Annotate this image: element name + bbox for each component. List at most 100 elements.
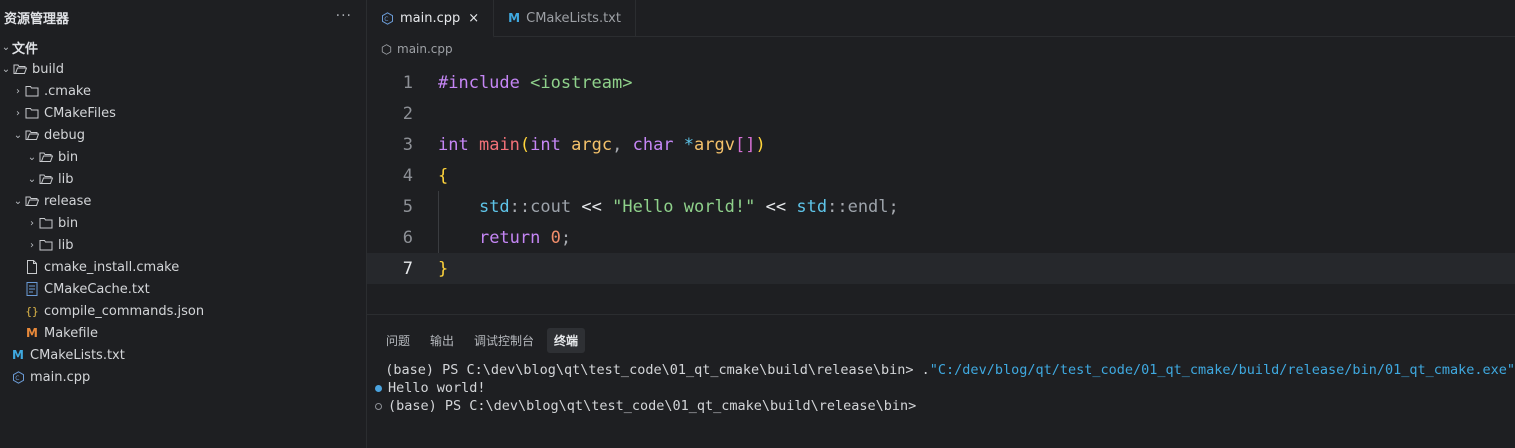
makefile-icon: M — [26, 326, 38, 340]
tree-item-cmakecache[interactable]: CMakeCache.txt — [0, 278, 366, 300]
folder-icon — [24, 106, 40, 120]
panel-tab-bar: 问题 输出 调试控制台 终端 — [367, 323, 1515, 357]
line-number: 7 — [402, 258, 413, 279]
terminal-command-path: "C:/dev/blog/qt/test_code/01_qt_cmake/bu… — [929, 362, 1515, 378]
code-line: 6 return 0; — [367, 222, 1515, 253]
line-number: 2 — [402, 103, 413, 124]
tree-item-release-lib[interactable]: › lib — [0, 234, 366, 256]
close-icon[interactable]: × — [468, 11, 479, 26]
folder-icon — [38, 216, 54, 230]
folder-open-icon — [38, 172, 54, 186]
line-number: 5 — [402, 196, 413, 217]
folder-open-icon — [12, 62, 28, 76]
code-line: 4 { — [367, 160, 1515, 191]
code-line: 3 int main(int argc, char *argv[]) — [367, 129, 1515, 160]
folder-icon — [24, 84, 40, 98]
terminal-output: Hello world! — [388, 380, 486, 396]
tree-item-compile-commands[interactable]: {} compile_commands.json — [0, 300, 366, 322]
tree-item-cmakelists[interactable]: M CMakeLists.txt — [0, 344, 366, 366]
folder-icon — [38, 238, 54, 252]
indent-guide — [438, 191, 439, 253]
tree-item-label: cmake_install.cmake — [44, 259, 180, 275]
tree-item-debug[interactable]: ⌄ debug — [0, 124, 366, 146]
tree-item-release[interactable]: ⌄ release — [0, 190, 366, 212]
tree-item-main-cpp[interactable]: C main.cpp — [0, 366, 366, 388]
tree-item-label: lib — [58, 237, 74, 253]
tab-problems[interactable]: 问题 — [379, 328, 417, 353]
tree-item-build[interactable]: ⌄ build — [0, 58, 366, 80]
chevron-down-icon: ⌄ — [27, 151, 37, 163]
chevron-down-icon: ⌄ — [1, 63, 11, 75]
code-editor[interactable]: 1 #include <iostream> 2 3 int main(int a… — [367, 67, 1515, 284]
terminal-prompt: (base) PS C:\dev\blog\qt\test_code\01_qt… — [388, 398, 917, 414]
terminal-prompt: (base) PS C:\dev\blog\qt\test_code\01_qt… — [385, 362, 930, 378]
breadcrumb-file: main.cpp — [397, 42, 453, 56]
tree-item-label: debug — [44, 127, 85, 143]
tab-terminal[interactable]: 终端 — [547, 327, 586, 353]
tree-item-cmake-install[interactable]: cmake_install.cmake — [0, 256, 366, 278]
tab-cmakelists[interactable]: M CMakeLists.txt — [494, 0, 636, 36]
explorer-header: 资源管理器 — [0, 0, 366, 34]
code-line: 1 #include <iostream> — [367, 67, 1515, 98]
explorer-title: 资源管理器 — [4, 11, 70, 27]
tree-item-cmakefiles[interactable]: › CMakeFiles — [0, 102, 366, 124]
cmake-icon: M — [12, 348, 24, 362]
tree-item-label: lib — [58, 171, 74, 187]
chevron-right-icon: › — [30, 239, 34, 251]
breadcrumb[interactable]: main.cpp — [367, 37, 1515, 61]
tree-item-label: bin — [58, 149, 79, 165]
cmake-icon: M — [508, 11, 521, 25]
svg-text:C: C — [384, 16, 388, 23]
line-number: 3 — [402, 134, 413, 155]
json-icon: {} — [25, 304, 39, 318]
terminal-line: (base) PS C:\dev\blog\qt\test_code\01_qt… — [375, 397, 1515, 415]
tree-item-label: CMakeLists.txt — [30, 347, 125, 363]
bottom-panel: 问题 输出 调试控制台 终端 (base) PS C:\dev\blog\qt\… — [367, 314, 1515, 448]
tree-item-cmake-dir[interactable]: › .cmake — [0, 80, 366, 102]
explorer-sidebar: 资源管理器 ··· ⌄ 文件 ⌄ build › .cmake › CMakeF… — [0, 0, 367, 448]
line-number: 1 — [402, 72, 413, 93]
chevron-down-icon: ⌄ — [13, 129, 23, 141]
folder-open-icon — [24, 128, 40, 142]
cpp-icon: C — [10, 370, 26, 384]
text-file-icon — [24, 282, 40, 296]
tree-item-label: main.cpp — [30, 369, 91, 385]
tab-main-cpp[interactable]: C main.cpp × — [367, 0, 495, 38]
tree-item-release-bin[interactable]: › bin — [0, 212, 366, 234]
section-label: 文件 — [12, 41, 39, 57]
file-tree: ⌄ 文件 ⌄ build › .cmake › CMakeFiles ⌄ deb… — [0, 36, 366, 388]
chevron-down-icon: ⌄ — [13, 195, 23, 207]
tab-label: CMakeLists.txt — [526, 10, 621, 26]
tree-item-label: CMakeFiles — [44, 105, 116, 121]
command-pending-icon — [375, 402, 382, 410]
tree-item-label: .cmake — [44, 83, 91, 99]
section-files[interactable]: ⌄ 文件 — [0, 36, 366, 58]
chevron-down-icon: ⌄ — [27, 173, 37, 185]
folder-open-icon — [38, 150, 54, 164]
tree-item-debug-bin[interactable]: ⌄ bin — [0, 146, 366, 168]
tree-item-label: bin — [58, 215, 79, 231]
folder-open-icon — [24, 194, 40, 208]
tree-item-makefile[interactable]: M Makefile — [0, 322, 366, 344]
tab-debug-console[interactable]: 调试控制台 — [467, 328, 541, 353]
svg-text:C: C — [15, 375, 19, 382]
chevron-right-icon: › — [16, 85, 20, 97]
tab-output[interactable]: 输出 — [423, 328, 461, 353]
terminal-line: (base) PS C:\dev\blog\qt\test_code\01_qt… — [375, 361, 1515, 379]
command-status-icon — [375, 384, 382, 392]
tree-item-debug-lib[interactable]: ⌄ lib — [0, 168, 366, 190]
line-number: 4 — [402, 165, 413, 186]
chevron-down-icon: ⌄ — [1, 41, 11, 53]
terminal-line: Hello world! — [375, 379, 1515, 397]
code-line: 5 std::cout << "Hello world!" << std::en… — [367, 191, 1515, 222]
tree-item-label: compile_commands.json — [44, 303, 205, 319]
tree-item-label: build — [32, 61, 64, 77]
editor-area: C main.cpp × M CMakeLists.txt main.cpp 1… — [367, 0, 1515, 313]
tree-item-label: Makefile — [44, 325, 99, 341]
code-line: 2 — [367, 98, 1515, 129]
code-line-current: 7 } — [367, 253, 1515, 284]
tab-label: main.cpp — [400, 10, 461, 26]
chevron-right-icon: › — [16, 107, 20, 119]
more-actions-icon[interactable]: ··· — [336, 8, 352, 24]
terminal[interactable]: (base) PS C:\dev\blog\qt\test_code\01_qt… — [375, 361, 1515, 415]
